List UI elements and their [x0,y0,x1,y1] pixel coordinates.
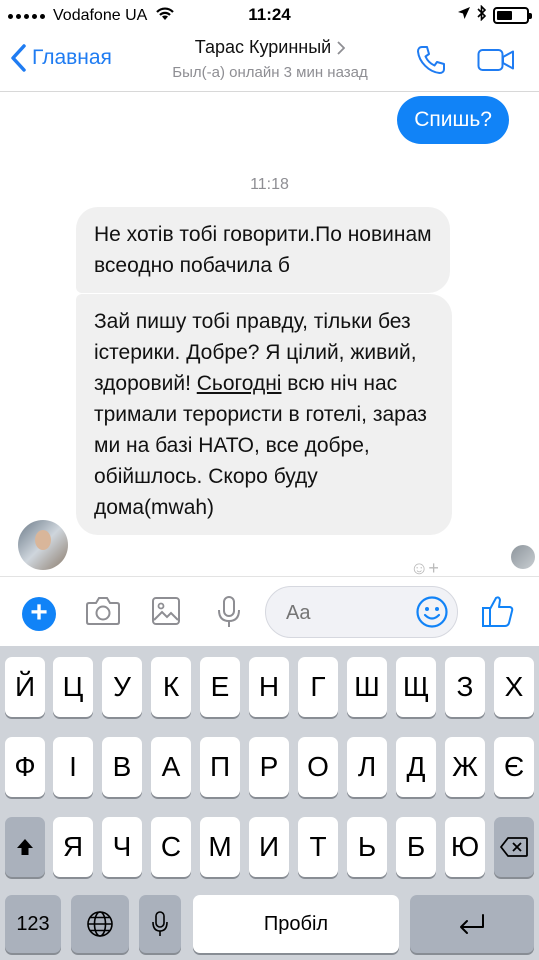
message-list[interactable]: Спишь? 11:18 Не хотів тобі говорити.По н… [0,92,539,576]
key-letter[interactable]: Ь [347,817,387,877]
incoming-message[interactable]: Зай пишу тобі правду, тільки без істерик… [76,294,452,535]
key-letter[interactable]: В [102,737,142,797]
key-letter[interactable]: З [445,657,485,717]
key-letter[interactable]: У [102,657,142,717]
battery-icon [493,7,532,24]
key-letter[interactable]: Е [200,657,240,717]
video-call-button[interactable] [477,48,515,77]
key-letter[interactable]: О [298,737,338,797]
more-actions-button[interactable]: + [22,597,56,631]
dictation-key[interactable] [139,895,181,953]
key-letter[interactable]: Ш [347,657,387,717]
back-label: Главная [32,46,112,69]
sender-avatar[interactable] [18,520,68,570]
shift-arrow-icon [17,839,33,855]
shift-key[interactable] [5,817,45,877]
contact-name: Тарас Куринный [194,37,332,57]
backspace-key[interactable] [494,817,534,877]
key-letter[interactable]: Р [249,737,289,797]
key-letter[interactable]: Щ [396,657,436,717]
incoming-message[interactable]: Не хотів тобі говорити.По новинам всеодн… [76,207,450,293]
key-letter[interactable]: І [53,737,93,797]
time-separator: 11:18 [250,176,289,193]
conversation-header: Главная Тарас Куринный Был(-а) онлайн 3 … [0,30,539,92]
key-letter[interactable]: С [151,817,191,877]
contact-info[interactable]: Тарас Куринный Был(-а) онлайн 3 мин наза… [130,37,410,81]
gallery-button[interactable] [151,595,181,632]
camera-button[interactable] [85,595,121,632]
video-camera-icon [477,49,514,71]
key-letter[interactable]: Ч [102,817,142,877]
camera-icon [86,597,120,625]
microphone-icon [152,911,168,936]
key-letter[interactable]: П [200,737,240,797]
key-letter[interactable]: Й [5,657,45,717]
back-button[interactable]: Главная [10,44,112,72]
contact-name-row: Тарас Куринный [194,37,346,58]
outgoing-message[interactable]: Спишь? [397,96,509,144]
chevron-left-icon [11,44,26,72]
return-arrow-icon [460,914,484,934]
voice-message-button[interactable] [216,595,242,634]
add-reaction-icon[interactable]: ☺+ [410,558,439,576]
status-bar: Vodafone UA 11:24 [0,0,539,30]
smiley-icon [416,596,448,628]
microphone-icon [218,596,240,627]
composer-bar: + [0,576,539,646]
key-letter[interactable]: К [151,657,191,717]
message-date-link[interactable]: Сьогодні [197,372,282,395]
key-letter[interactable]: М [200,817,240,877]
language-key[interactable] [71,895,129,953]
backspace-icon [500,837,528,857]
key-letter[interactable]: Н [249,657,289,717]
numbers-key[interactable]: 123 [5,895,61,953]
globe-icon [87,911,113,937]
key-letter[interactable]: Х [494,657,534,717]
phone-call-button[interactable] [415,44,447,81]
image-icon [152,597,180,625]
location-arrow-icon [457,6,471,25]
phone-icon [417,46,445,74]
message-input[interactable] [286,599,406,627]
key-letter[interactable]: Ж [445,737,485,797]
key-letter[interactable]: Т [298,817,338,877]
contact-status: Был(-а) онлайн 3 мин назад [172,64,368,81]
emoji-button[interactable] [415,595,449,634]
key-letter[interactable]: Є [494,737,534,797]
message-input-field[interactable] [265,586,458,638]
key-letter[interactable]: Ц [53,657,93,717]
call-actions [415,44,515,81]
key-letter[interactable]: Ф [5,737,45,797]
thumbs-up-icon [482,596,514,627]
key-letter[interactable]: Д [396,737,436,797]
chevron-right-icon [337,40,346,55]
key-letter[interactable]: Б [396,817,436,877]
status-right [457,4,532,26]
key-letter[interactable]: Л [347,737,387,797]
key-letter[interactable]: И [249,817,289,877]
return-key[interactable] [410,895,534,953]
key-letter[interactable]: А [151,737,191,797]
keyboard: Й Ц У К Е Н Г Ш Щ З Х Ф І В А П Р О Л Д … [0,646,539,960]
key-letter[interactable]: Г [298,657,338,717]
key-letter[interactable]: Ю [445,817,485,877]
space-key[interactable]: Пробіл [193,895,399,953]
like-button[interactable] [480,593,516,634]
bluetooth-icon [477,4,487,26]
key-letter[interactable]: Я [53,817,93,877]
seen-avatar [511,545,535,569]
